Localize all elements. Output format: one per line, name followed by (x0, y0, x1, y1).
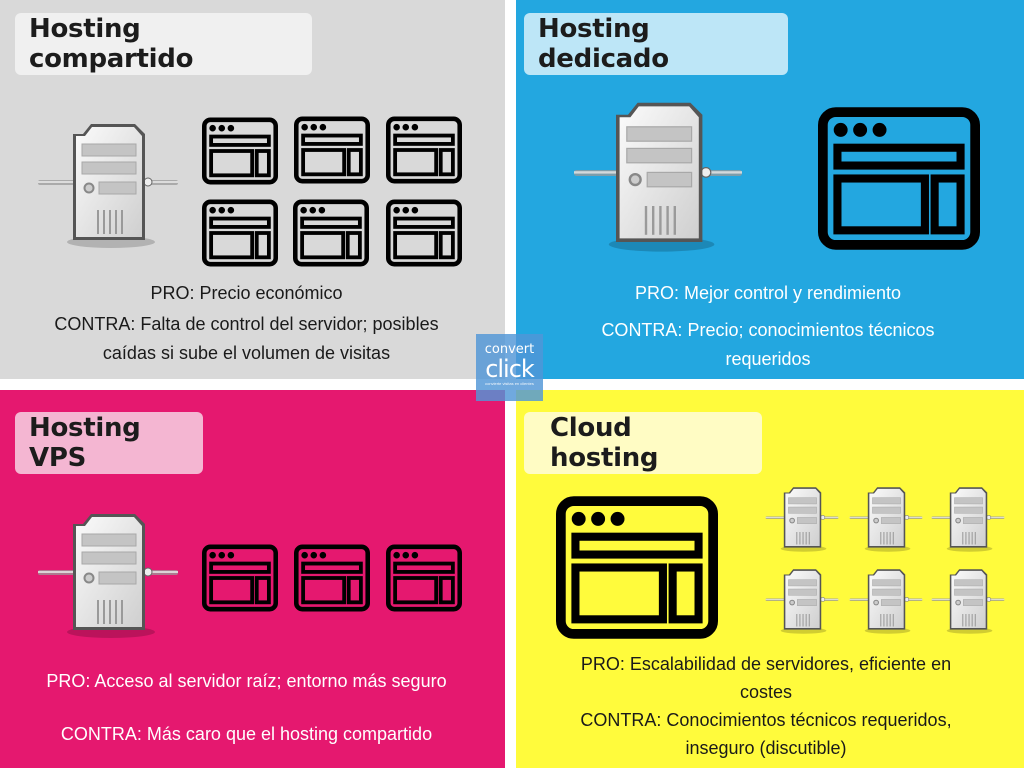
logo-tagline: convierte visitas en clientes (485, 381, 534, 386)
browser-window-icon (202, 199, 278, 267)
server-tower-icon (33, 120, 183, 250)
browser-window-icon (202, 117, 278, 185)
cloud-pro-text-line1: PRO: Escalabilidad de servidores, eficie… (580, 654, 952, 674)
server-tower-icon (847, 567, 925, 635)
logo-line1: convert (484, 342, 535, 357)
shared-contra-text-line2: caídas si sube el volumen de visitas (102, 343, 391, 363)
vps-hosting-title: Hosting VPS (15, 412, 203, 474)
server-tower-icon (33, 510, 183, 640)
vps-contra-text: CONTRA: Más caro que el hosting comparti… (60, 724, 433, 744)
server-tower-icon (763, 567, 841, 635)
vps-hosting-panel: Hosting VPS PRO: Acceso al servidor raíz… (0, 390, 505, 768)
browser-window-icon (818, 107, 980, 250)
server-tower-icon (929, 485, 1007, 553)
cloud-hosting-panel: Cloud hosting PRO: Escalabilidad de serv… (516, 390, 1024, 768)
logo-line2: click (485, 355, 535, 383)
shared-pro-text: PRO: Precio económico (150, 283, 343, 303)
browser-window-icon (386, 199, 462, 267)
dedicated-contra-text-line1: CONTRA: Precio; conocimientos técnicos (601, 320, 935, 340)
dedicated-contra-text-line2: requeridos (725, 349, 811, 369)
browser-window-icon (293, 199, 369, 267)
browser-window-icon (294, 116, 370, 184)
shared-hosting-panel: Hosting compartido PRO: Precio económico… (0, 0, 505, 379)
cloud-hosting-title: Cloud hosting (524, 412, 762, 474)
convertclick-logo: convert click convierte visitas en clien… (476, 334, 543, 401)
dedicated-hosting-title: Hosting dedicado (524, 13, 788, 75)
dedicated-pro-text: PRO: Mejor control y rendimiento (634, 283, 902, 303)
shared-hosting-title: Hosting compartido (15, 13, 312, 75)
dedicated-hosting-panel: Hosting dedicado PRO: Mejor control y re… (516, 0, 1024, 379)
browser-window-icon (386, 544, 462, 612)
server-tower-icon (763, 485, 841, 553)
server-tower-icon (568, 98, 748, 254)
vps-pro-text: PRO: Acceso al servidor raíz; entorno má… (46, 671, 447, 691)
browser-window-icon (386, 116, 462, 184)
cloud-contra-text-line2: inseguro (discutible) (685, 738, 847, 758)
server-tower-icon (847, 485, 925, 553)
browser-window-icon (202, 544, 278, 612)
shared-contra-text-line1: CONTRA: Falta de control del servidor; p… (54, 314, 439, 334)
browser-window-icon (556, 496, 718, 639)
server-tower-icon (929, 567, 1007, 635)
cloud-contra-text-line1: CONTRA: Conocimientos técnicos requerido… (580, 710, 952, 730)
browser-window-icon (294, 544, 370, 612)
cloud-pro-text-line2: costes (739, 682, 793, 702)
